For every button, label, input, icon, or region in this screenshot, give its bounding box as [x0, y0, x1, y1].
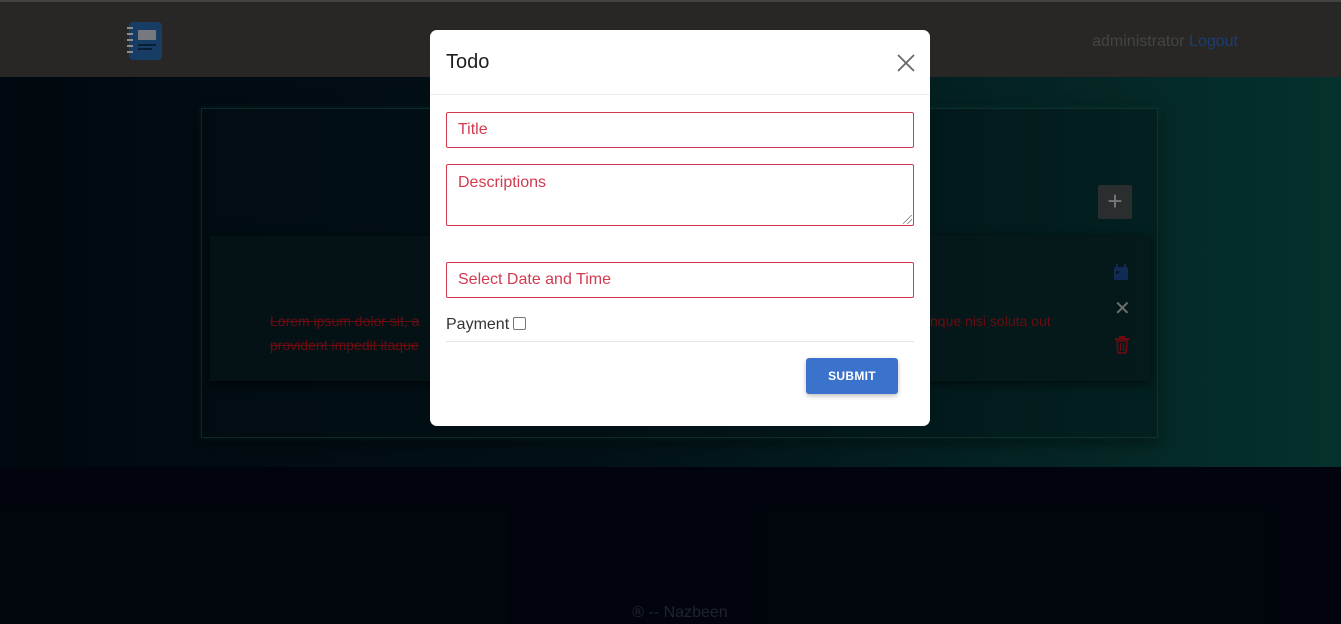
descriptions-textarea[interactable]: Descriptions	[446, 164, 914, 226]
payment-checkbox[interactable]	[513, 317, 527, 330]
payment-row: Payment	[446, 316, 914, 342]
title-input[interactable]: Title	[446, 112, 914, 148]
modal-header: Todo	[430, 30, 930, 95]
todo-modal: Todo Title Descriptions Select Date and …	[430, 30, 930, 426]
title-placeholder: Title	[458, 121, 488, 138]
resize-handle[interactable]	[903, 215, 912, 224]
close-icon[interactable]	[894, 51, 918, 75]
payment-label: Payment	[446, 316, 510, 333]
submit-button[interactable]: SUBMIT	[806, 358, 898, 394]
datetime-placeholder: Select Date and Time	[458, 271, 611, 288]
datetime-input[interactable]: Select Date and Time	[446, 262, 914, 298]
modal-title: Todo	[446, 51, 490, 73]
descriptions-placeholder: Descriptions	[458, 174, 547, 191]
